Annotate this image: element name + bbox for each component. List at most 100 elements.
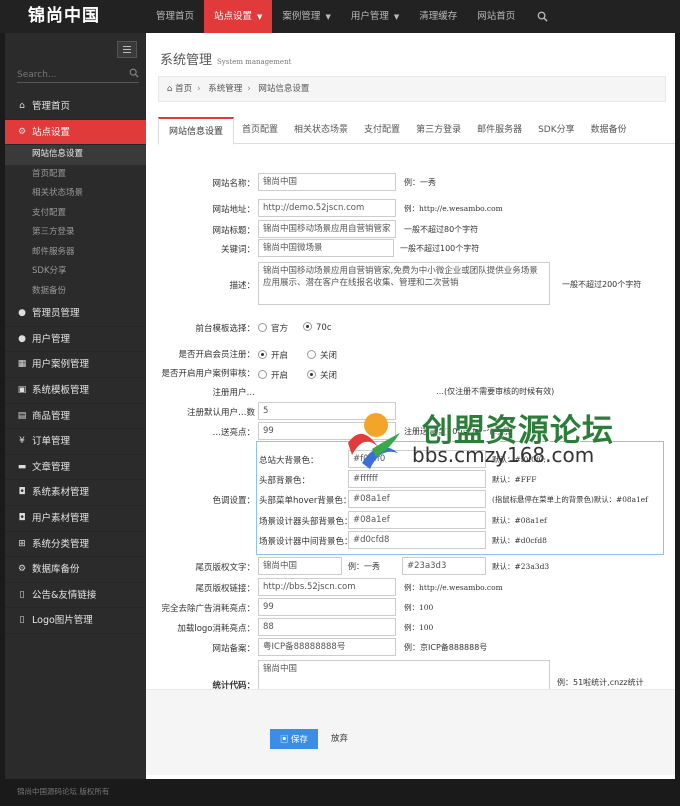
- save-button[interactable]: ▣ 保存: [270, 729, 318, 749]
- topnav-search[interactable]: [525, 0, 559, 33]
- front-template-label: 前台模板选择：: [195, 324, 255, 334]
- sidebar-item-db-backup[interactable]: ⚙ 数据库备份: [5, 557, 146, 583]
- remove-ad-label: 完全去除广告消耗亮点：: [161, 604, 255, 614]
- sidebar-item-label: 系统模板管理: [32, 384, 90, 396]
- sidebar-item-articles[interactable]: ▬ 文章管理: [5, 455, 146, 481]
- color-header-bg-input[interactable]: #ffffff: [348, 470, 486, 488]
- scene-points-hint: 注册送亮点(200点为一个场景): [404, 427, 514, 436]
- topnav-home[interactable]: 管理首页: [146, 0, 204, 33]
- topnav-clear-cache[interactable]: 清理缓存: [409, 0, 467, 33]
- topnav-site-home[interactable]: 网站首页: [467, 0, 525, 33]
- sidebar-item-label: 用户素材管理: [32, 512, 90, 524]
- submenu-site-info[interactable]: 网站信息设置: [5, 145, 146, 165]
- add-logo-label: 加载logo消耗亮点：: [177, 624, 255, 634]
- sidebar-item-admins[interactable]: ● 管理员管理: [5, 301, 146, 327]
- submenu-home-config[interactable]: 首页配置: [5, 165, 146, 185]
- sidebar-item-site-settings[interactable]: ⚙ 站点设置: [5, 119, 146, 146]
- icp-hint: 例：京ICP备888888号: [404, 643, 488, 652]
- tail-text-input[interactable]: 锦尚中国: [258, 557, 342, 575]
- sidebar-item-home[interactable]: ⌂ 管理首页: [5, 94, 146, 120]
- sidebar-item-label: 管理首页: [32, 101, 71, 112]
- home-icon: ⌂: [19, 101, 25, 111]
- tail-color-input[interactable]: #23a3d3: [402, 557, 486, 575]
- top-bar: 锦尚中国 管理首页 站点设置 ▼ 案例管理 ▼ 用户管理 ▼ 清理缓存 网站首页: [0, 0, 680, 33]
- sidebar-item-label: 系统分类管理: [32, 538, 90, 550]
- tail-text-label: 尾页版权文字：: [195, 563, 255, 573]
- member-register-on-radio[interactable]: 开启: [258, 349, 288, 361]
- sidebar-item-user-cases[interactable]: ▦ 用户案例管理: [5, 352, 146, 378]
- sidebar-submenu: 网站信息设置 首页配置 相关状态场景 支付配置 第三方登录 邮件服务器 SDK分…: [5, 145, 146, 301]
- stats-code-hint: 例：51啦统计,cnzz统计: [557, 678, 644, 687]
- color-designer-header-input[interactable]: #08a1ef: [348, 511, 486, 529]
- menu-toggle-icon[interactable]: [117, 41, 137, 58]
- keywords-input[interactable]: 锦尚中国微场景: [258, 239, 394, 257]
- sidebar-item-products[interactable]: ▤ 商品管理: [5, 404, 146, 430]
- color-menu-hover-input[interactable]: #08a1ef: [348, 490, 486, 508]
- sidebar-item-categories[interactable]: ⊞ 系统分类管理: [5, 532, 146, 558]
- add-logo-input[interactable]: 88: [258, 618, 396, 636]
- sidebar-item-label: 管理员管理: [32, 308, 80, 320]
- color-site-bg-input[interactable]: #f0f0f0: [348, 450, 486, 468]
- default-points-input[interactable]: 5: [258, 402, 396, 420]
- radio-dot: [307, 350, 316, 359]
- search-icon[interactable]: [129, 68, 139, 78]
- remove-ad-input[interactable]: 99: [258, 598, 396, 616]
- yen-icon: ¥: [19, 436, 25, 447]
- member-register-off-radio[interactable]: 关闭: [307, 349, 337, 361]
- sidebar-item-orders[interactable]: ¥ 订单管理: [5, 429, 146, 455]
- topnav-case-manage[interactable]: 案例管理 ▼: [272, 0, 340, 33]
- site-name-label: 网站名称：: [212, 179, 255, 189]
- user-case-audit-on-radio[interactable]: 开启: [258, 369, 288, 381]
- chevron-down-icon: ▼: [393, 13, 400, 21]
- topnav-case-manage-label: 案例管理: [282, 11, 321, 22]
- chevron-down-icon: ▼: [257, 13, 263, 21]
- cancel-button[interactable]: 放弃: [331, 729, 348, 749]
- submenu-payment[interactable]: 支付配置: [5, 204, 146, 224]
- site-info-form: 网站名称： 锦尚中国 例：一秀 网站地址： http://demo.52jscn…: [146, 33, 675, 779]
- sidebar-item-users[interactable]: ● 用户管理: [5, 327, 146, 353]
- submenu-data-backup[interactable]: 数据备份: [5, 282, 146, 302]
- topnav-user-manage[interactable]: 用户管理 ▼: [341, 0, 409, 33]
- sidebar-search-input[interactable]: [17, 67, 121, 82]
- remove-ad-hint: 例：100: [404, 603, 434, 612]
- bookmark-icon: ▯: [19, 615, 25, 626]
- front-template-70c-radio[interactable]: 70c: [303, 322, 332, 333]
- sidebar-item-label: 数据库备份: [32, 564, 80, 576]
- scene-points-input[interactable]: 99: [258, 422, 396, 440]
- front-template-official-radio[interactable]: 官方: [258, 322, 288, 334]
- submenu-mail-server[interactable]: 邮件服务器: [5, 243, 146, 263]
- description-textarea[interactable]: 锦尚中国移动场景应用自营销管家,免费为中小微企业或团队提供业务场景应用展示、潜在…: [258, 262, 550, 305]
- sidebar-item-logos[interactable]: ▯ Logo图片管理: [5, 608, 146, 634]
- topnav-home-label: 管理首页: [156, 11, 195, 22]
- color-designer-middle-input[interactable]: #d0cfd8: [348, 531, 486, 549]
- sidebar-item-sys-materials[interactable]: ◘ 系统素材管理: [5, 480, 146, 506]
- site-title-input[interactable]: 锦尚中国移动场景应用自营销管家: [258, 220, 396, 238]
- description-hint: 一般不超过200个字符: [562, 280, 642, 289]
- search-icon: [537, 11, 548, 22]
- radio-label: 官方: [271, 324, 289, 334]
- add-logo-hint: 例：100: [404, 623, 434, 632]
- sidebar-item-templates[interactable]: ▣ 系统模板管理: [5, 378, 146, 404]
- site-title-hint: 一般不超过80个字符: [404, 225, 479, 234]
- scene-points-label: …送亮点：: [212, 428, 255, 438]
- tail-link-label: 尾页版权链接：: [195, 584, 255, 594]
- color-menu-hover-hint: (指鼠标悬停在菜单上的背景色)默认：#08a1ef: [492, 495, 648, 504]
- site-url-input[interactable]: http://demo.52jscn.com: [258, 199, 396, 217]
- submenu-status-scenes[interactable]: 相关状态场景: [5, 184, 146, 204]
- submenu-sdk-share[interactable]: SDK分享: [5, 262, 146, 282]
- site-name-input[interactable]: 锦尚中国: [258, 173, 396, 191]
- user-case-audit-label: 是否开启用户案例审核：: [161, 369, 255, 379]
- user-case-audit-off-radio[interactable]: 关闭: [307, 369, 337, 381]
- sidebar-item-notices[interactable]: ▯ 公告&友情链接: [5, 583, 146, 609]
- submenu-third-login[interactable]: 第三方登录: [5, 223, 146, 243]
- tail-link-input[interactable]: http://bbs.52jscn.com: [258, 578, 396, 596]
- icp-input[interactable]: 粤ICP备88888888号: [258, 638, 396, 656]
- gift-icon: ◘: [18, 487, 26, 498]
- site-name-hint: 例：一秀: [404, 178, 436, 187]
- site-title-label: 网站标题：: [212, 226, 255, 236]
- sidebar-item-user-materials[interactable]: ◘ 用户素材管理: [5, 506, 146, 532]
- color-designer-middle-label: 场景设计器中间背景色：: [259, 537, 353, 547]
- brand-logo[interactable]: 锦尚中国: [0, 0, 146, 33]
- topnav-site-settings[interactable]: 站点设置 ▼: [204, 0, 273, 33]
- color-designer-header-label: 场景设计器头部背景色：: [259, 517, 353, 527]
